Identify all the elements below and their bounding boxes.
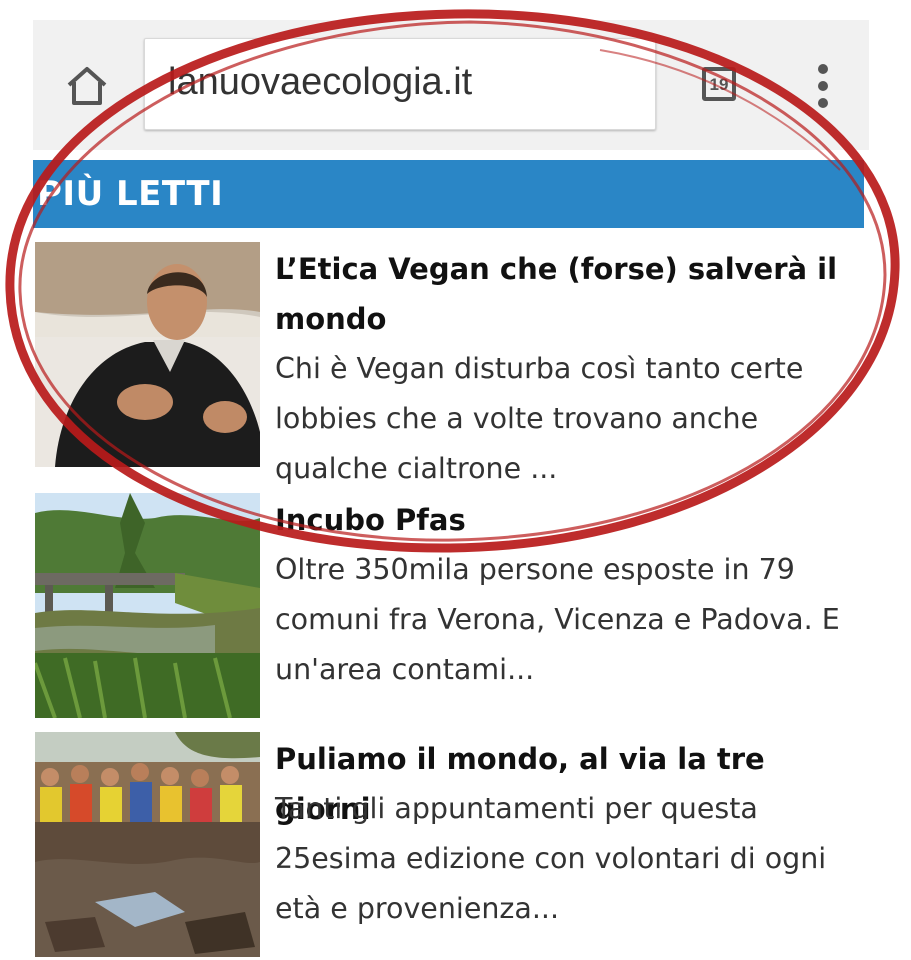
article-item-incubo-pfas[interactable]: Incubo Pfas Oltre 350mila persone espost… (35, 493, 865, 723)
article-title[interactable]: Incubo Pfas (275, 495, 855, 545)
article-item-etica-vegan[interactable]: L’Etica Vegan che (forse) salverà il mon… (35, 242, 865, 485)
section-title: PIÙ LETTI (37, 174, 224, 214)
address-bar[interactable]: lanuovaecologia.it (144, 38, 656, 130)
article-description: Oltre 350mila persone esposte in 79 comu… (275, 553, 840, 686)
home-icon[interactable] (61, 60, 113, 112)
browser-toolbar: lanuovaecologia.it 19 (33, 20, 869, 150)
article-description: Tanti gli appuntamenti per questa 25esim… (275, 792, 827, 925)
article-description: Chi è Vegan disturba così tanto certe lo… (275, 352, 804, 485)
article-item-puliamo-il-mondo[interactable]: Puliamo il mondo, al via la tre giorni T… (35, 732, 865, 960)
tab-switcher-icon[interactable]: 19 (699, 64, 743, 108)
tab-count: 19 (709, 74, 729, 94)
article-title[interactable]: L’Etica Vegan che (forse) salverà il mon… (275, 244, 855, 344)
article-thumbnail[interactable] (35, 493, 260, 718)
article-thumbnail[interactable] (35, 242, 260, 467)
article-thumbnail[interactable] (35, 732, 260, 957)
overflow-menu-icon[interactable] (807, 64, 839, 108)
most-read-header: PIÙ LETTI (33, 160, 864, 228)
url-text: lanuovaecologia.it (168, 61, 473, 103)
